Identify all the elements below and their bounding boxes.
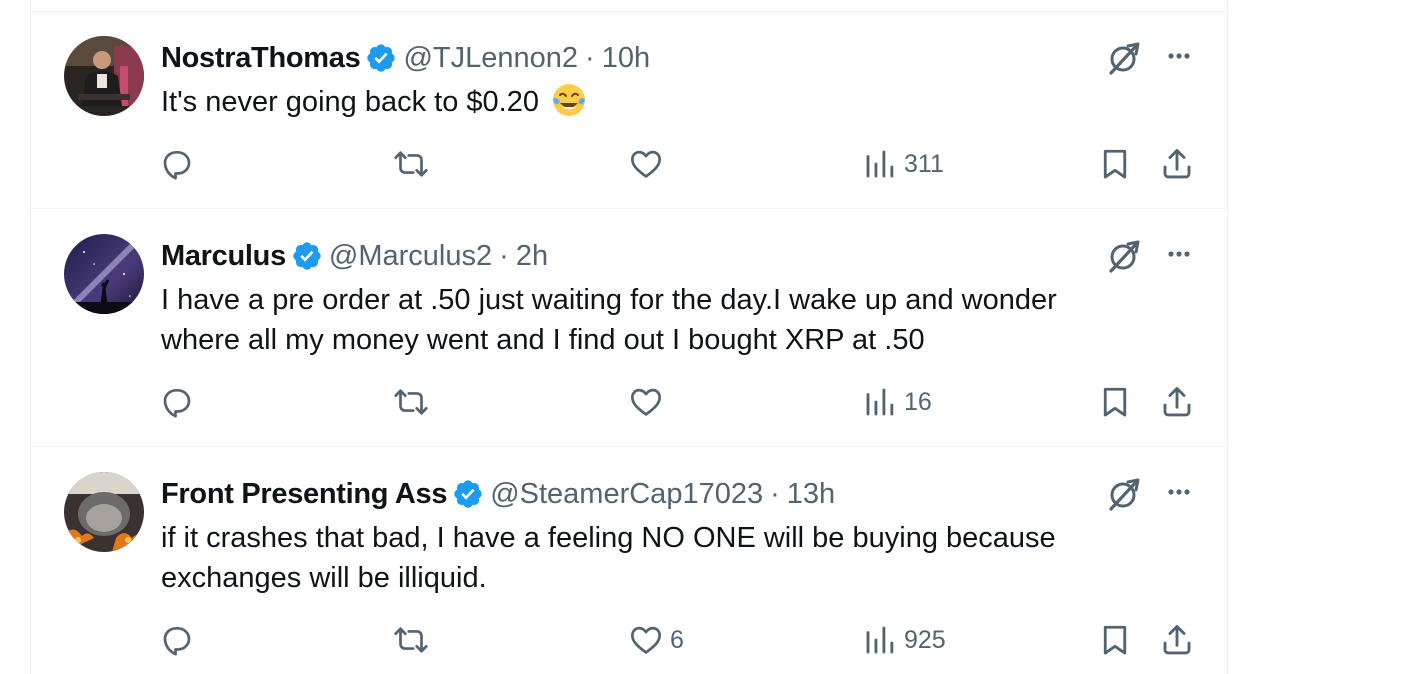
display-name[interactable]: Front Presenting Ass [161, 478, 448, 511]
avatar[interactable] [64, 36, 144, 116]
reply-icon [159, 622, 195, 658]
timeline-column: NostraThomas @TJLennon2 · 10h It's never… [30, 0, 1228, 674]
reply-button[interactable] [159, 144, 201, 184]
views-count: 925 [904, 625, 946, 654]
bookmark-icon [1097, 384, 1133, 420]
tweet-1[interactable]: NostraThomas @TJLennon2 · 10h It's never… [31, 12, 1227, 209]
reply-button[interactable] [159, 620, 201, 660]
views-icon [862, 384, 898, 420]
retweet-icon [393, 622, 429, 658]
separator: · [770, 477, 780, 510]
bookmark-icon [1097, 146, 1133, 182]
user-handle[interactable]: @SteamerCap17023 [490, 478, 763, 511]
like-count: 6 [670, 625, 684, 654]
grok-icon[interactable] [1103, 474, 1143, 514]
views-icon [862, 146, 898, 182]
like-button[interactable] [628, 144, 670, 184]
like-icon [628, 384, 664, 420]
user-handle[interactable]: @Marculus2 [329, 240, 492, 273]
bookmark-icon [1097, 622, 1133, 658]
timestamp[interactable]: 10h [602, 42, 650, 75]
share-icon [1159, 384, 1195, 420]
like-icon [628, 146, 664, 182]
tweet-2[interactable]: Marculus @Marculus2 · 2h I have a pre or… [31, 210, 1227, 447]
more-icon[interactable] [1159, 36, 1199, 76]
avatar[interactable] [64, 234, 144, 314]
retweet-button[interactable] [393, 620, 435, 660]
tweet-header: Marculus @Marculus2 · 2h [161, 236, 548, 276]
share-button[interactable] [1159, 144, 1195, 184]
reply-icon [159, 384, 195, 420]
more-icon[interactable] [1159, 472, 1199, 512]
separator: · [585, 41, 595, 74]
grok-icon[interactable] [1103, 236, 1143, 276]
share-button[interactable] [1159, 620, 1195, 660]
tweet-actions: 6 925 [31, 620, 1227, 660]
views-count: 311 [904, 149, 944, 178]
tweet-text: I have a pre order at .50 just waiting f… [161, 284, 1057, 356]
tweet-actions: 16 [31, 382, 1227, 422]
bookmark-button[interactable] [1097, 144, 1133, 184]
share-icon [1159, 622, 1195, 658]
views-icon [862, 622, 898, 658]
share-icon [1159, 146, 1195, 182]
retweet-button[interactable] [393, 382, 435, 422]
reply-icon [159, 146, 195, 182]
tweet-text-content: It's never going back to $0.20 [161, 86, 539, 118]
tweet-3[interactable]: Front Presenting Ass @SteamerCap17023 · … [31, 448, 1227, 674]
like-button[interactable] [628, 382, 670, 422]
display-name[interactable]: NostraThomas [161, 42, 361, 75]
verified-badge-icon [291, 240, 323, 272]
verified-badge-icon [365, 42, 397, 74]
tweet-header: NostraThomas @TJLennon2 · 10h [161, 38, 650, 78]
tweet-actions: 311 [31, 144, 1227, 184]
views-button[interactable]: 16 [862, 382, 932, 422]
tweet-text: if it crashes that bad, I have a feeling… [161, 522, 1056, 594]
more-icon[interactable] [1159, 234, 1199, 274]
tweet-text: It's never going back to $0.20 [161, 82, 1141, 122]
timestamp[interactable]: 13h [787, 478, 835, 511]
views-button[interactable]: 311 [862, 144, 944, 184]
face-with-tears-of-joy-icon [553, 84, 586, 116]
retweet-button[interactable] [393, 144, 435, 184]
views-button[interactable]: 925 [862, 620, 946, 660]
timestamp[interactable]: 2h [516, 240, 548, 273]
display-name[interactable]: Marculus [161, 240, 286, 273]
like-button[interactable]: 6 [628, 620, 684, 660]
avatar[interactable] [64, 472, 144, 552]
grok-icon[interactable] [1103, 38, 1143, 78]
separator: · [499, 239, 509, 272]
verified-badge-icon [452, 478, 484, 510]
share-button[interactable] [1159, 382, 1195, 422]
bookmark-button[interactable] [1097, 620, 1133, 660]
tweet-header: Front Presenting Ass @SteamerCap17023 · … [161, 474, 835, 514]
retweet-icon [393, 146, 429, 182]
like-icon [628, 622, 664, 658]
bookmark-button[interactable] [1097, 382, 1133, 422]
user-handle[interactable]: @TJLennon2 [403, 42, 578, 75]
reply-button[interactable] [159, 382, 201, 422]
views-count: 16 [904, 387, 932, 416]
retweet-icon [393, 384, 429, 420]
